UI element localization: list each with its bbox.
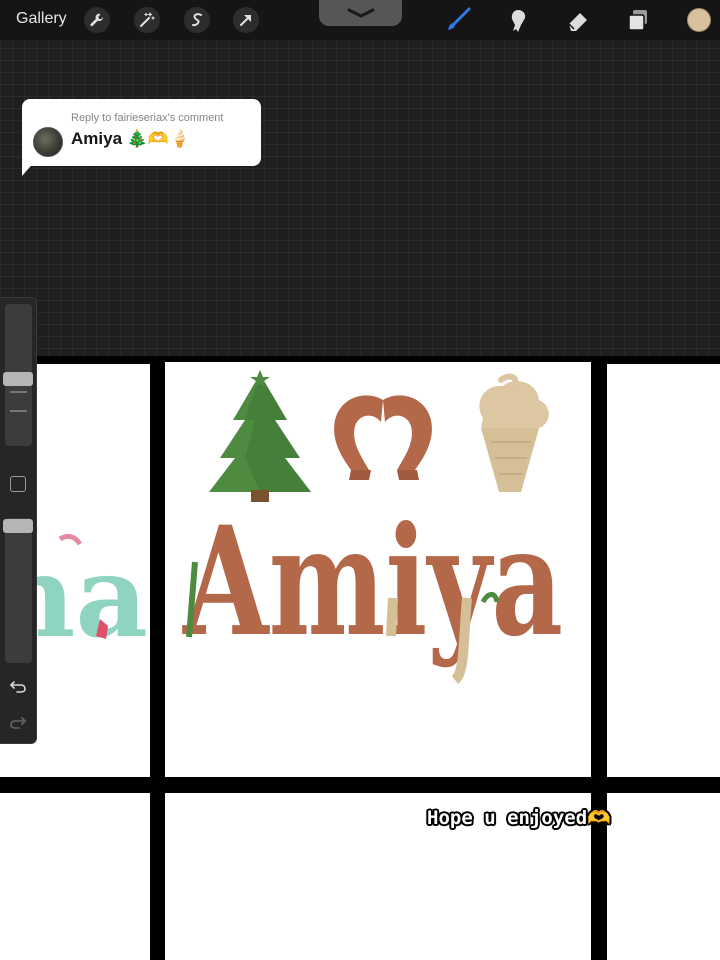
canvas-menu-tab[interactable] — [319, 0, 402, 26]
transform-arrow-icon — [240, 15, 251, 26]
redo-icon — [10, 717, 26, 729]
canvas-panel-bottom-left[interactable] — [0, 793, 150, 960]
modify-button[interactable] — [10, 476, 26, 492]
artwork-name: Amiya — [182, 494, 563, 684]
brush-icon — [448, 7, 471, 30]
redo-button[interactable] — [8, 712, 28, 732]
slider-tick — [10, 391, 27, 393]
ice-cream-emoji — [479, 373, 549, 492]
selection-button[interactable] — [184, 7, 210, 33]
top-toolbar: Gallery — [0, 0, 720, 40]
selection-icon — [192, 13, 202, 27]
actions-button[interactable] — [84, 7, 110, 33]
opacity-slider[interactable] — [5, 518, 32, 663]
color-picker-swatch[interactable] — [687, 8, 711, 32]
layers-button[interactable] — [624, 6, 652, 34]
canvas-area[interactable]: na Amiya — [0, 356, 720, 960]
eraser-icon — [568, 13, 587, 31]
christmas-tree-emoji — [209, 370, 311, 502]
undo-button[interactable] — [8, 676, 28, 696]
brush-size-slider-thumb[interactable] — [3, 372, 33, 386]
avatar — [33, 127, 63, 157]
wrench-icon — [90, 13, 104, 27]
comment-author: Amiya 🎄🫶🍦 — [71, 129, 191, 148]
chevron-down-icon — [347, 8, 374, 18]
comment-bubble: Reply to fairieseriax's comment Amiya 🎄🫶… — [22, 99, 261, 166]
eraser-tool[interactable] — [564, 6, 592, 34]
canvas-panel-bottom-right[interactable] — [607, 793, 720, 960]
canvas-panel-main[interactable]: Amiya — [165, 362, 591, 777]
canvas-panel-right[interactable] — [607, 364, 720, 777]
magic-wand-icon — [140, 12, 155, 27]
undo-icon — [10, 681, 26, 693]
adjustments-button[interactable] — [134, 7, 160, 33]
left-sidebar — [0, 297, 37, 744]
artwork: Amiya — [182, 370, 563, 684]
heart-hands-emoji — [334, 395, 432, 480]
slider-tick — [10, 410, 27, 412]
layers-icon — [628, 10, 647, 31]
smudge-icon — [511, 10, 526, 32]
video-caption: Hope u enjoyed🫶 — [427, 807, 611, 829]
comment-bubble-tail — [22, 160, 36, 176]
brush-tool[interactable] — [444, 6, 472, 34]
comment-reply-label: Reply to fairieseriax's comment — [71, 112, 224, 124]
transform-button[interactable] — [233, 7, 259, 33]
smudge-tool[interactable] — [504, 6, 532, 34]
artwork-name-text: Amiya — [182, 494, 563, 670]
gallery-button[interactable]: Gallery — [16, 10, 67, 28]
opacity-slider-thumb[interactable] — [3, 519, 33, 533]
